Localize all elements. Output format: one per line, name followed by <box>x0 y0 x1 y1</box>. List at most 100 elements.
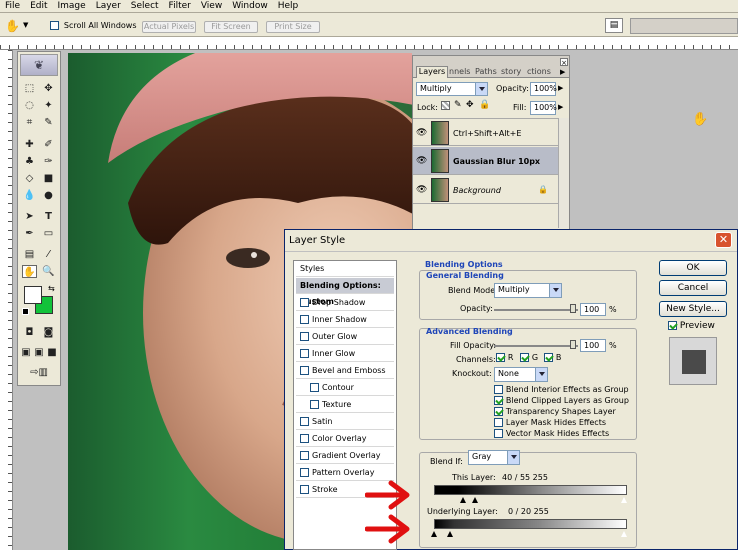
standard-mode-icon[interactable]: ◘ <box>22 326 37 339</box>
fill-opacity-slider-handle[interactable] <box>570 340 576 349</box>
menu-help[interactable]: Help <box>273 0 304 12</box>
dialog-close-icon[interactable]: ✕ <box>715 232 732 248</box>
pen-tool-icon[interactable]: ✒ <box>22 227 37 240</box>
this-layer-black-slider[interactable] <box>460 497 466 503</box>
underlying-white-slider[interactable] <box>621 531 627 537</box>
lock-position-icon[interactable]: ✥ <box>466 100 474 110</box>
styles-header[interactable]: Styles <box>296 261 394 277</box>
menu-edit[interactable]: Edit <box>25 0 52 12</box>
tool-preset-dropdown-icon[interactable]: ▼ <box>23 21 28 29</box>
file-browser-icon[interactable]: ▤ <box>605 18 623 33</box>
style-texture[interactable]: Texture <box>296 397 394 413</box>
print-size-button[interactable]: Print Size <box>266 21 320 33</box>
style-pattern-overlay[interactable]: Pattern Overlay <box>296 465 394 481</box>
screen-mode-full-icon[interactable]: ■ <box>46 346 58 359</box>
opacity-input[interactable]: 100 <box>580 303 606 316</box>
magic-wand-icon[interactable]: ✦ <box>41 99 56 112</box>
layer-mask-hides-checkbox[interactable]: Layer Mask Hides Effects <box>494 418 606 428</box>
marquee-tool-icon[interactable]: ⬚ <box>22 82 37 95</box>
opacity-slider-icon[interactable]: ▶ <box>558 84 563 92</box>
fill-opacity-input[interactable]: 100 <box>580 339 606 352</box>
default-colors-icon[interactable] <box>22 308 29 315</box>
style-gradient-overlay[interactable]: Gradient Overlay <box>296 448 394 464</box>
ok-button[interactable]: OK <box>659 260 727 276</box>
visibility-eye-icon[interactable]: 👁 <box>416 156 427 166</box>
underlying-black-slider[interactable] <box>431 531 437 537</box>
jump-to-imageready-icon[interactable]: ⇨▥ <box>22 366 56 379</box>
quick-mask-icon[interactable]: ◙ <box>41 326 56 339</box>
underlying-black-slider-split[interactable] <box>447 531 453 537</box>
visibility-eye-icon[interactable]: 👁 <box>416 128 427 138</box>
style-color-overlay[interactable]: Color Overlay <box>296 431 394 447</box>
layers-scrollbar[interactable] <box>558 118 569 228</box>
lock-all-icon[interactable]: 🔒 <box>479 100 490 110</box>
fit-screen-button[interactable]: Fit Screen <box>204 21 258 33</box>
hand-tool-icon[interactable]: ✋ <box>5 19 20 33</box>
hand-tool-box-icon[interactable]: ✋ <box>22 265 37 278</box>
menu-window[interactable]: Window <box>227 0 273 12</box>
eraser-tool-icon[interactable]: ◇ <box>22 172 37 185</box>
style-blending-options[interactable]: Blending Options: Custom <box>296 278 394 306</box>
knockout-select[interactable]: None <box>494 367 548 382</box>
history-brush-icon[interactable]: ✑ <box>41 155 56 168</box>
channel-b-checkbox[interactable]: B <box>544 353 561 363</box>
this-layer-black-slider-split[interactable] <box>472 497 478 503</box>
style-drop-shadow[interactable]: Drop Shadow <box>296 295 394 311</box>
path-selection-icon[interactable]: ➤ <box>22 210 37 223</box>
type-tool-icon[interactable]: T <box>41 210 56 223</box>
layer-row[interactable]: 👁 Background 🔒 <box>413 176 569 204</box>
fill-slider-icon[interactable]: ▶ <box>558 103 563 111</box>
scroll-all-windows-checkbox[interactable]: Scroll All Windows <box>50 21 137 31</box>
layer-opacity-input[interactable]: 100% <box>530 82 557 96</box>
dodge-tool-icon[interactable]: ● <box>41 189 56 202</box>
new-style-button[interactable]: New Style... <box>659 301 727 317</box>
blur-tool-icon[interactable]: 💧 <box>22 189 37 202</box>
layer-row-selected[interactable]: 👁 Gaussian Blur 10px <box>413 147 569 175</box>
this-layer-white-slider[interactable] <box>621 497 627 503</box>
zoom-tool-icon[interactable]: 🔍 <box>41 265 56 278</box>
layers-tab[interactable]: Layers <box>416 66 448 78</box>
screen-mode-standard-icon[interactable]: ▣ <box>20 346 32 359</box>
screen-mode-menubar-icon[interactable]: ▣ <box>33 346 45 359</box>
actual-pixels-button[interactable]: Actual Pixels <box>142 21 196 33</box>
layer-row[interactable]: 👁 Ctrl+Shift+Alt+E <box>413 118 569 146</box>
layer-name[interactable]: Background <box>453 186 501 195</box>
fill-opacity-slider[interactable] <box>494 345 578 347</box>
visibility-eye-icon[interactable]: 👁 <box>416 185 427 195</box>
brush-tool-icon[interactable]: ✐ <box>41 138 56 151</box>
menu-filter[interactable]: Filter <box>164 0 196 12</box>
menu-layer[interactable]: Layer <box>91 0 126 12</box>
style-outer-glow[interactable]: Outer Glow <box>296 329 394 345</box>
underlying-layer-gradient[interactable] <box>434 519 627 529</box>
notes-tool-icon[interactable]: ▤ <box>22 248 37 261</box>
style-inner-shadow[interactable]: Inner Shadow <box>296 312 394 328</box>
channel-r-checkbox[interactable]: R <box>496 353 513 363</box>
move-tool-icon[interactable]: ✥ <box>41 82 56 95</box>
opacity-slider[interactable] <box>494 309 578 311</box>
layer-name[interactable]: Gaussian Blur 10px <box>453 157 540 166</box>
lock-transparency-icon[interactable] <box>441 101 450 110</box>
palette-well[interactable] <box>630 18 738 34</box>
vector-mask-hides-checkbox[interactable]: Vector Mask Hides Effects <box>494 429 609 439</box>
menu-image[interactable]: Image <box>53 0 91 12</box>
close-palette-icon[interactable]: × <box>560 58 568 67</box>
gradient-tool-icon[interactable]: ■ <box>41 172 56 185</box>
lasso-tool-icon[interactable]: ◌ <box>22 99 37 112</box>
blend-mode-select[interactable]: Multiply <box>494 283 562 298</box>
palette-menu-icon[interactable]: ▶ <box>560 68 565 76</box>
layer-blend-mode-select[interactable]: Multiply <box>416 82 488 96</box>
slice-tool-icon[interactable]: ✎ <box>41 116 56 129</box>
history-tab[interactable]: story <box>501 67 521 76</box>
channel-g-checkbox[interactable]: G <box>520 353 538 363</box>
fill-input[interactable]: 100% <box>530 101 557 115</box>
feather-logo-icon[interactable]: ❦ <box>20 54 58 76</box>
menu-file[interactable]: File <box>0 0 25 12</box>
style-bevel-emboss[interactable]: Bevel and Emboss <box>296 363 394 379</box>
style-inner-glow[interactable]: Inner Glow <box>296 346 394 362</box>
eyedropper-tool-icon[interactable]: ⁄ <box>41 248 56 261</box>
lock-image-icon[interactable]: ✎ <box>454 100 462 110</box>
shape-tool-icon[interactable]: ▭ <box>41 227 56 240</box>
blend-interior-checkbox[interactable]: Blend Interior Effects as Group <box>494 385 629 395</box>
menu-view[interactable]: View <box>196 0 227 12</box>
style-contour[interactable]: Contour <box>296 380 394 396</box>
